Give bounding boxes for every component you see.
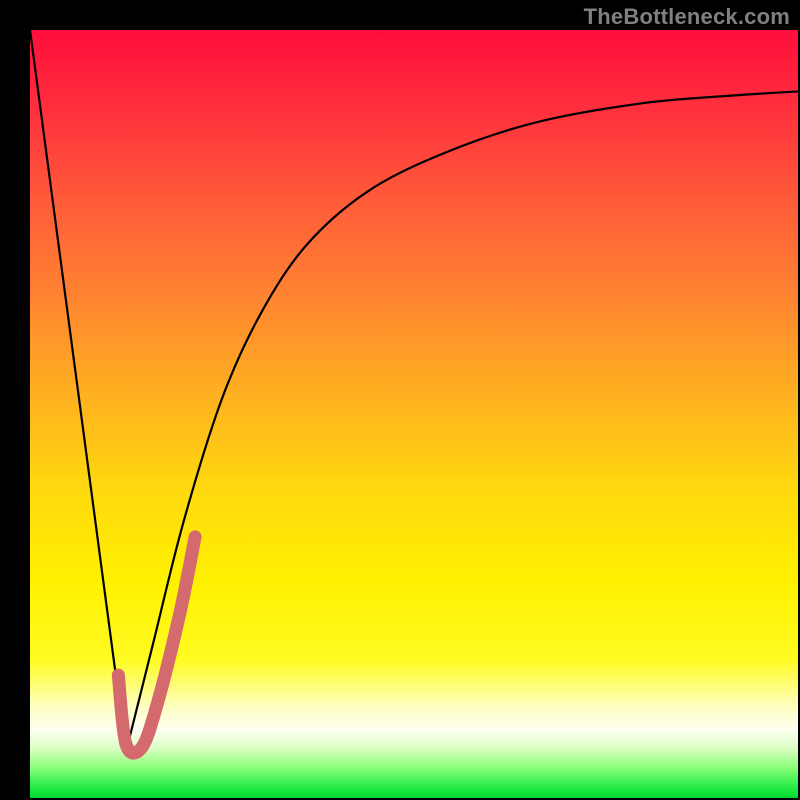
watermark-text: TheBottleneck.com [584, 4, 790, 30]
gradient-background [30, 30, 798, 798]
chart-stage: TheBottleneck.com [0, 0, 800, 800]
plot-area [30, 30, 798, 798]
